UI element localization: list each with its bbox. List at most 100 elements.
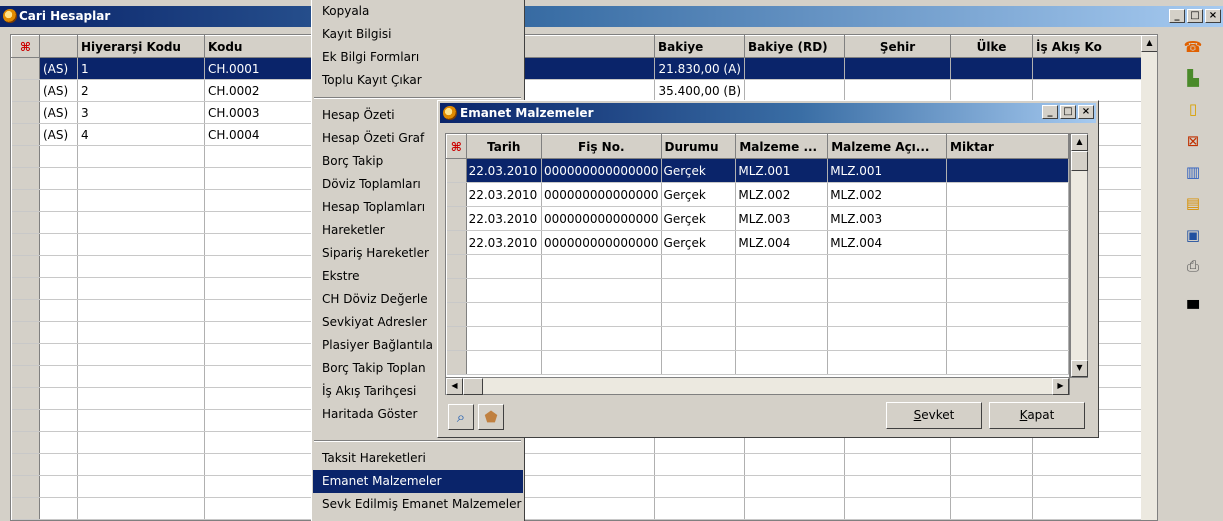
cell-prefix	[39, 167, 78, 190]
dialog-hscroll-thumb[interactable]	[463, 378, 483, 395]
col-workflow[interactable]: İş Akış Ko	[1032, 35, 1142, 58]
close-doc-icon[interactable]: ⊠	[1182, 130, 1204, 152]
table-row[interactable]: (AS) 1 CH.0001 21.830,00 (A)	[11, 57, 1142, 80]
col-durumu[interactable]: Durumu	[660, 134, 737, 159]
col-code[interactable]: Kodu	[204, 35, 315, 58]
id-card-icon[interactable]: ▣	[1182, 224, 1204, 246]
filter-icon[interactable]: ⬟	[478, 404, 504, 430]
dialog-maximize-button[interactable]: □	[1060, 105, 1076, 119]
dialog-title-bar[interactable]: Emanet Malzemeler _ □ ×	[440, 103, 1096, 123]
row-header	[11, 299, 40, 322]
cell-prefix	[39, 497, 78, 520]
printer-icon[interactable]: ⎙	[1182, 255, 1204, 277]
menu-item-toplu-kay-t-kar[interactable]: Toplu Kayıt Çıkar	[313, 69, 523, 92]
table-row[interactable]: 22.03.2010 000000000000000 Gerçek MLZ.003 ML…	[446, 206, 1069, 231]
dialog-scroll-right-button[interactable]: ▶	[1052, 378, 1069, 395]
row-header	[446, 158, 467, 183]
table-row[interactable]	[446, 326, 1069, 351]
col-hierarchy-code[interactable]: Hiyerarşi Kodu	[77, 35, 205, 58]
table-row[interactable]: 22.03.2010 000000000000000 Gerçek MLZ.001 ML…	[446, 158, 1069, 183]
cell-miktar	[946, 350, 1069, 375]
grid-vertical-scrollbar[interactable]: ▲	[1141, 35, 1157, 520]
cell-hierarchy-code	[77, 277, 205, 300]
row-header	[11, 57, 40, 80]
row-header	[11, 145, 40, 168]
table-row[interactable]	[446, 278, 1069, 303]
table-row[interactable]: 22.03.2010 000000000000000 Gerçek MLZ.002 ML…	[446, 182, 1069, 207]
grid-corner-icon[interactable]: ⌘	[11, 35, 40, 58]
zoom-icon[interactable]: ⌕	[448, 404, 474, 430]
cell-malzeme	[735, 326, 829, 351]
hat-icon[interactable]: ▀	[1182, 298, 1204, 320]
cell-fis-no: 000000000000000	[541, 230, 662, 255]
cell-malzeme-aciklama	[827, 302, 948, 327]
row-header	[446, 326, 467, 351]
dialog-scroll-up-button[interactable]: ▲	[1071, 134, 1088, 151]
chart-icon[interactable]: ▙	[1182, 67, 1204, 89]
document-icon[interactable]: ▯	[1182, 98, 1204, 120]
table-row[interactable]	[446, 350, 1069, 375]
cell-malzeme	[735, 350, 829, 375]
menu-item-sevk-edilmi-emanet-malzemeler[interactable]: Sevk Edilmiş Emanet Malzemeler	[313, 493, 523, 516]
row-header	[11, 167, 40, 190]
cell-balance-rd	[744, 475, 845, 498]
table-row[interactable]	[446, 302, 1069, 327]
phone-icon[interactable]: ☎	[1182, 36, 1204, 58]
table-row[interactable]: 22.03.2010 000000000000000 Gerçek MLZ.004 ML…	[446, 230, 1069, 255]
menu-item-kopyala[interactable]: Kopyala	[313, 0, 523, 23]
table-row[interactable]	[446, 254, 1069, 279]
cell-code	[204, 431, 315, 454]
col-miktar[interactable]: Miktar	[946, 134, 1069, 159]
dialog-minimize-button[interactable]: _	[1042, 105, 1058, 119]
minimize-button[interactable]: _	[1169, 9, 1185, 23]
cell-durumu: Gerçek	[661, 158, 737, 183]
cell-workflow	[1032, 475, 1142, 498]
menu-item-emanet-malzemeler[interactable]: Emanet Malzemeler	[313, 470, 523, 493]
col-balance[interactable]: Bakiye	[654, 35, 745, 58]
scroll-up-button[interactable]: ▲	[1141, 35, 1157, 52]
table-row[interactable]	[11, 475, 1142, 498]
dialog-close-button[interactable]: ×	[1078, 105, 1094, 119]
row-header	[11, 189, 40, 212]
cell-code	[204, 365, 315, 388]
row-header	[11, 387, 40, 410]
cards-icon[interactable]: ▤	[1182, 192, 1204, 214]
col-malzeme-aciklama[interactable]: Malzeme Açı...	[827, 134, 948, 159]
cell-durumu	[661, 302, 737, 327]
table-row[interactable]	[11, 453, 1142, 476]
menu-item-ek-bilgi-formlar[interactable]: Ek Bilgi Formları	[313, 46, 523, 69]
dialog-grid-corner-icon[interactable]: ⌘	[446, 134, 467, 159]
bar-chart-icon[interactable]: ▥	[1182, 161, 1204, 183]
table-row[interactable]	[11, 497, 1142, 520]
dialog-scroll-left-button[interactable]: ◀	[446, 378, 463, 395]
cell-malzeme	[735, 302, 829, 327]
menu-item-taksit-hareketleri[interactable]: Taksit Hareketleri	[313, 447, 523, 470]
cell-code	[204, 343, 315, 366]
maximize-button[interactable]: □	[1187, 9, 1203, 23]
dialog-scroll-down-button[interactable]: ▼	[1071, 360, 1088, 377]
col-fis-no[interactable]: Fiş No.	[541, 134, 662, 159]
kapat-button[interactable]: Kapat	[989, 402, 1085, 429]
table-row[interactable]: (AS) 2 CH.0002 35.400,00 (B)	[11, 79, 1142, 102]
row-header	[446, 278, 467, 303]
dialog-grid[interactable]: ⌘ Tarih Fiş No. Durumu Malzeme ... Malze…	[445, 133, 1070, 395]
row-header	[11, 255, 40, 278]
col-tarih[interactable]: Tarih	[465, 134, 543, 159]
grid-header-row: ⌘ Hiyerarşi Kodu Kodu ma Bakiye Bakiye (…	[11, 35, 1142, 58]
menu-item-kay-t-bilgisi[interactable]: Kayıt Bilgisi	[313, 23, 523, 46]
col-malzeme[interactable]: Malzeme ...	[735, 134, 829, 159]
cell-country	[950, 497, 1033, 520]
cell-miktar	[946, 230, 1069, 255]
sevket-button[interactable]: Sevket	[886, 402, 982, 429]
row-header	[446, 254, 467, 279]
col-prefix[interactable]	[39, 35, 78, 58]
close-button[interactable]: ×	[1205, 9, 1221, 23]
col-balance-rd[interactable]: Bakiye (RD)	[744, 35, 845, 58]
right-toolbar: ☎ ▙ ▯ ⊠ ▥ ▤ ▣ ⎙ ▀	[1164, 30, 1223, 521]
col-country[interactable]: Ülke	[950, 35, 1033, 58]
cell-prefix	[39, 431, 78, 454]
dialog-vertical-scrollbar[interactable]: ▲ ▼	[1070, 133, 1088, 378]
dialog-scroll-thumb[interactable]	[1071, 151, 1088, 171]
col-city[interactable]: Şehir	[844, 35, 951, 58]
dialog-horizontal-scrollbar[interactable]: ◀ ▶	[445, 377, 1070, 395]
